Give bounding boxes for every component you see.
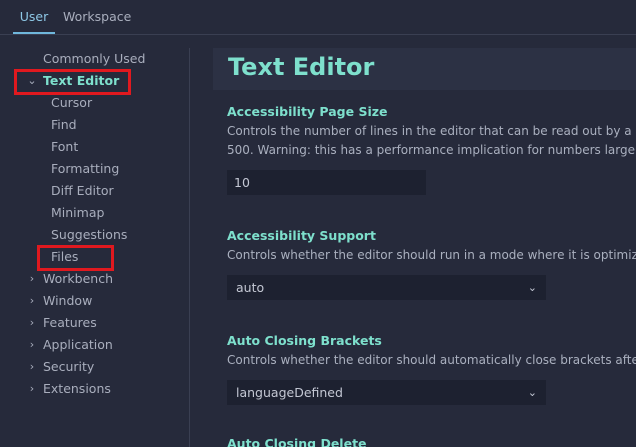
toc-label: Minimap xyxy=(51,205,105,220)
setting-title: Auto Closing Brackets xyxy=(227,333,382,348)
toc-label: Font xyxy=(51,139,79,154)
toc-label: Features xyxy=(43,315,97,330)
chevron-right-icon[interactable]: › xyxy=(25,378,39,400)
auto-closing-brackets-select[interactable]: languageDefined ⌄ xyxy=(227,380,546,405)
toc-label: Files xyxy=(51,249,79,264)
toc-divider xyxy=(189,48,190,447)
setting-description: Controls whether the editor should autom… xyxy=(227,353,636,367)
toc-label: Security xyxy=(43,359,95,374)
toc-item-suggestions[interactable]: Suggestions xyxy=(0,224,190,246)
tab-workspace[interactable]: Workspace xyxy=(63,0,131,34)
toc-label: Diff Editor xyxy=(51,183,114,198)
toc-label: Cursor xyxy=(51,95,93,110)
settings-list: Text Editor Accessibility Page Size Cont… xyxy=(213,48,636,447)
setting-description: 500. Warning: this has a performance imp… xyxy=(227,143,636,157)
select-value: languageDefined xyxy=(236,385,343,400)
setting-title: Auto Closing Delete xyxy=(227,436,367,447)
toc-label: Suggestions xyxy=(51,227,128,242)
toc-item-cursor[interactable]: Cursor xyxy=(0,92,190,114)
toc-item-commonly-used[interactable]: Commonly Used xyxy=(0,48,190,70)
settings-editor: User Workspace Commonly Used ⌄ Text Edit… xyxy=(0,0,636,447)
setting-title: Accessibility Support xyxy=(227,228,376,243)
chevron-right-icon[interactable]: › xyxy=(25,312,39,334)
setting-description: Controls the number of lines in the edit… xyxy=(227,124,636,138)
toc-label: Application xyxy=(43,337,113,352)
toc-item-find[interactable]: Find xyxy=(0,114,190,136)
toc-item-extensions[interactable]: › Extensions xyxy=(0,378,190,400)
toc-item-window[interactable]: › Window xyxy=(0,290,190,312)
setting-description: Controls whether the editor should run i… xyxy=(227,248,636,262)
accessibility-support-select[interactable]: auto ⌄ xyxy=(227,275,546,300)
chevron-down-icon: ⌄ xyxy=(527,281,537,294)
toc-item-files[interactable]: Files xyxy=(0,246,190,268)
toc-item-formatting[interactable]: Formatting xyxy=(0,158,190,180)
chevron-right-icon[interactable]: › xyxy=(25,334,39,356)
toc-label: Formatting xyxy=(51,161,120,176)
toc-item-application[interactable]: › Application xyxy=(0,334,190,356)
select-value: auto xyxy=(236,280,265,295)
section-header: Text Editor xyxy=(213,48,636,90)
toc-label: Workbench xyxy=(43,271,113,286)
page-title: Text Editor xyxy=(228,53,375,81)
toc-item-workbench[interactable]: › Workbench xyxy=(0,268,190,290)
chevron-right-icon[interactable]: › xyxy=(25,356,39,378)
chevron-right-icon[interactable]: › xyxy=(25,290,39,312)
toc-label: Window xyxy=(43,293,93,308)
toc-label: Extensions xyxy=(43,381,111,396)
chevron-down-icon: ⌄ xyxy=(527,386,537,399)
settings-toc: Commonly Used ⌄ Text Editor Cursor Find … xyxy=(0,48,190,447)
toc-item-font[interactable]: Font xyxy=(0,136,190,158)
toc-label: Text Editor xyxy=(43,73,120,88)
toc-item-features[interactable]: › Features xyxy=(0,312,190,334)
setting-title: Accessibility Page Size xyxy=(227,104,388,119)
toc-item-security[interactable]: › Security xyxy=(0,356,190,378)
tab-user[interactable]: User xyxy=(13,0,55,34)
toc-item-diff-editor[interactable]: Diff Editor xyxy=(0,180,190,202)
tabs-divider xyxy=(0,34,636,35)
chevron-down-icon[interactable]: ⌄ xyxy=(25,70,39,92)
scope-tabs: User Workspace xyxy=(0,0,636,34)
accessibility-page-size-input[interactable]: 10 xyxy=(227,170,426,195)
toc-item-minimap[interactable]: Minimap xyxy=(0,202,190,224)
toc-label: Commonly Used xyxy=(43,51,146,66)
toc-item-text-editor[interactable]: ⌄ Text Editor xyxy=(0,70,190,92)
toc-label: Find xyxy=(51,117,77,132)
chevron-right-icon[interactable]: › xyxy=(25,268,39,290)
